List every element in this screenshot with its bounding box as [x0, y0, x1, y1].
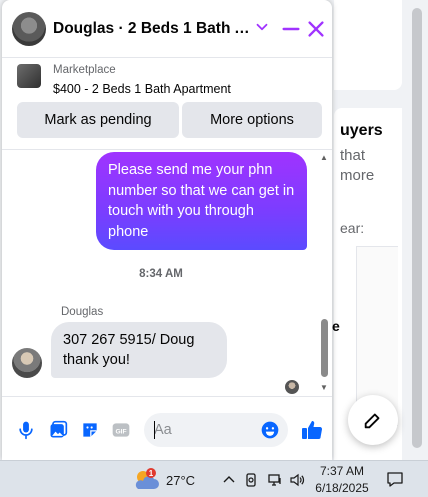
chevron-down-icon[interactable] [253, 18, 271, 36]
close-icon[interactable] [305, 18, 327, 40]
scroll-up-arrow-icon[interactable]: ▲ [320, 153, 328, 162]
chat-window: Douglas · 2 Beds 1 Bath Apartment Market… [2, 0, 332, 460]
background-card-line-1: that [340, 147, 366, 164]
message-scrollbar-thumb[interactable] [321, 319, 328, 377]
seen-indicator-avatar [285, 380, 299, 394]
chat-title[interactable]: Douglas · 2 Beds 1 Bath Apartment [53, 20, 253, 38]
network-icon[interactable] [267, 472, 283, 488]
background-card-heading: uyers [340, 122, 383, 139]
speaker-icon[interactable] [289, 472, 305, 488]
meet-icon[interactable] [244, 472, 260, 488]
chat-header[interactable]: Douglas · 2 Beds 1 Bath Apartment [2, 0, 332, 58]
chevron-up-icon[interactable] [221, 472, 237, 488]
sticker-icon[interactable] [80, 420, 100, 440]
microphone-icon[interactable] [16, 420, 36, 440]
emoji-icon[interactable] [260, 420, 280, 440]
svg-text:GIF: GIF [115, 428, 126, 435]
scroll-down-arrow-icon[interactable]: ▼ [320, 383, 328, 392]
message-composer: GIF [2, 396, 332, 460]
message-timestamp: 8:34 AM [139, 268, 183, 280]
more-options-button[interactable]: More options [182, 102, 322, 138]
sender-avatar[interactable] [12, 348, 42, 378]
contact-avatar[interactable] [12, 12, 46, 46]
background-card-line-2: more [340, 167, 375, 184]
new-message-button[interactable] [348, 395, 398, 445]
page-scrollbar-thumb[interactable] [412, 8, 422, 448]
listing-title[interactable]: $400 - 2 Beds 1 Bath Apartment [53, 82, 231, 96]
clock-date[interactable]: 6/18/2025 [310, 481, 374, 495]
gif-icon[interactable]: GIF [111, 420, 131, 440]
weather-alert-badge: 1 [149, 469, 154, 478]
clock-time[interactable]: 7:37 AM [310, 464, 374, 478]
windows-taskbar: 1 27°C 7:37 AM 6/18/2025 [0, 460, 428, 497]
marketplace-listing-bar: Marketplace $400 - 2 Beds 1 Bath Apartme… [2, 58, 332, 150]
background-card-label: ear: [340, 220, 365, 236]
background-card-top [334, 0, 402, 90]
temperature[interactable]: 27°C [166, 473, 195, 488]
message-scrollbar[interactable]: ▲ ▼ [318, 151, 330, 396]
marketplace-label: Marketplace [53, 64, 116, 76]
weather-cloud-sun-icon[interactable]: 1 [132, 467, 160, 493]
background-card-letter: e [332, 318, 340, 334]
notification-icon[interactable] [386, 471, 404, 488]
sender-name: Douglas [61, 306, 104, 318]
incoming-message[interactable]: 307 267 5915/ Doug thank you! [51, 322, 227, 378]
text-caret [154, 421, 155, 439]
outgoing-message[interactable]: Please send me your phn number so that w… [96, 152, 307, 250]
mark-as-pending-button[interactable]: Mark as pending [17, 102, 179, 138]
message-list: Please send me your phn number so that w… [2, 151, 320, 396]
compose-icon [364, 413, 380, 429]
like-icon[interactable] [300, 418, 324, 442]
listing-thumbnail[interactable] [17, 64, 41, 88]
photo-icon[interactable] [48, 420, 68, 440]
page-scrollbar[interactable] [408, 0, 428, 460]
minimize-icon[interactable] [280, 18, 302, 40]
